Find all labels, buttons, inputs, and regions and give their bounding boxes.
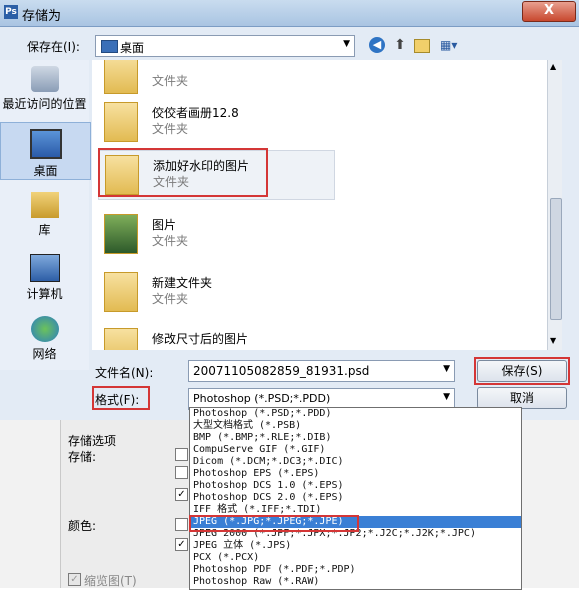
new-folder-icon[interactable]	[414, 39, 430, 53]
close-button[interactable]: X	[522, 1, 576, 22]
checkbox[interactable]	[175, 466, 188, 479]
format-dropdown-list[interactable]: Photoshop (*.PSD;*.PDD) 大型文档格式 (*.PSB) B…	[189, 407, 522, 590]
checkbox[interactable]	[175, 518, 188, 531]
window-title: 存储为	[22, 9, 62, 24]
file-name: 图片	[152, 218, 177, 232]
sidebar-item-recent[interactable]: 最近访问的位置	[0, 66, 89, 112]
format-option[interactable]: 大型文档格式 (*.PSB)	[190, 420, 521, 432]
file-name: 佼佼者画册12.8	[152, 106, 239, 120]
folder-icon	[104, 272, 138, 312]
sidebar-item-desktop[interactable]: 桌面	[0, 122, 91, 180]
sidebar-item-label: 库	[38, 223, 51, 237]
folder-icon	[104, 102, 138, 142]
sidebar-item-computer[interactable]: 计算机	[0, 254, 89, 302]
view-menu-icon[interactable]: ▦▾	[440, 37, 462, 53]
sidebar-item-label: 最近访问的位置	[2, 97, 87, 111]
sidebar-item-network[interactable]: 网络	[0, 316, 89, 362]
annotation-highlight	[189, 515, 359, 532]
file-name: 修改尺寸后的图片	[152, 332, 249, 346]
list-item[interactable]: 新建文件夹 文件夹	[98, 268, 333, 316]
up-folder-icon[interactable]: ⬆	[392, 37, 408, 53]
file-type: 文件夹	[152, 234, 189, 248]
title-bar: Ps 存储为 X	[0, 0, 579, 27]
recent-places-icon	[30, 66, 59, 92]
thumbnail-checkbox[interactable]: ✓	[68, 573, 81, 586]
chevron-down-icon[interactable]: ▼	[443, 364, 450, 374]
chevron-down-icon: ▼	[343, 39, 350, 49]
file-type: 文件夹	[152, 292, 189, 306]
chevron-down-icon[interactable]: ▼	[443, 392, 450, 402]
format-option[interactable]: PCX (*.PCX)	[190, 552, 521, 564]
list-item[interactable]: 图片 文件夹	[98, 210, 333, 258]
list-item[interactable]: 修改尺寸后的图片	[98, 324, 333, 350]
format-option[interactable]: Photoshop DCS 2.0 (*.EPS)	[190, 492, 521, 504]
filename-label: 文件名(N):	[95, 366, 154, 380]
annotation-highlight	[92, 386, 150, 410]
format-option[interactable]: Photoshop (*.PSD;*.PDD)	[190, 408, 521, 420]
location-value: 桌面	[120, 41, 145, 55]
back-icon[interactable]: ◀	[369, 37, 385, 53]
checkbox[interactable]	[175, 448, 188, 461]
annotation-highlight	[98, 148, 268, 197]
annotation-highlight	[474, 357, 570, 385]
format-option[interactable]: Photoshop EPS (*.EPS)	[190, 468, 521, 480]
file-type: 文件夹	[152, 74, 189, 88]
format-option[interactable]: Photoshop PDF (*.PDF;*.PDP)	[190, 564, 521, 576]
list-item[interactable]: 佼佼者画册12.8 文件夹	[98, 98, 333, 146]
list-item[interactable]: 文件夹	[98, 60, 333, 98]
sidebar-item-label: 计算机	[26, 287, 63, 301]
sidebar-item-label: 网络	[32, 347, 57, 361]
format-option[interactable]: Dicom (*.DCM;*.DC3;*.DIC)	[190, 456, 521, 468]
color-label: 颜色:	[68, 519, 97, 533]
scroll-thumb[interactable]	[550, 198, 562, 320]
computer-icon	[29, 254, 60, 282]
format-option[interactable]: Photoshop DCS 1.0 (*.EPS)	[190, 480, 521, 492]
desktop-folder-icon	[101, 40, 118, 53]
format-option[interactable]: CompuServe GIF (*.GIF)	[190, 444, 521, 456]
places-sidebar: 最近访问的位置 桌面 库 计算机 网络	[0, 60, 91, 370]
format-option[interactable]: BMP (*.BMP;*.RLE;*.DIB)	[190, 432, 521, 444]
library-icon	[30, 192, 59, 218]
save-in-label: 保存在(I):	[27, 40, 80, 54]
save-options-title: 存储选项	[68, 434, 117, 448]
sidebar-item-label: 桌面	[33, 164, 58, 178]
format-option[interactable]: JPEG 立体 (*.JPS)	[190, 540, 521, 552]
photoshop-app-icon: Ps	[4, 5, 18, 19]
file-list: 文件夹 佼佼者画册12.8 文件夹 添加好水印的图片 文件夹 图片 文件夹 新建…	[92, 60, 547, 350]
location-dropdown[interactable]: 桌面 ▼	[95, 35, 355, 57]
folder-icon	[104, 60, 138, 94]
image-folder-icon	[104, 214, 138, 254]
file-list-scrollbar[interactable]: ▲ ▼	[547, 60, 562, 350]
scroll-up-icon[interactable]: ▲	[550, 62, 556, 71]
file-type: 文件夹	[152, 122, 189, 136]
desktop-icon	[29, 129, 62, 159]
format-value: Photoshop (*.PSD;*.PDD)	[193, 392, 331, 405]
file-name: 新建文件夹	[152, 276, 213, 290]
scroll-down-icon[interactable]: ▼	[550, 336, 556, 345]
filename-input[interactable]: 20071105082859_81931.psd ▼	[188, 360, 455, 382]
filename-value: 20071105082859_81931.psd	[193, 364, 370, 378]
sidebar-item-library[interactable]: 库	[0, 192, 89, 238]
cancel-button[interactable]: 取消	[477, 387, 567, 409]
checkbox-checked[interactable]: ✓	[175, 538, 188, 551]
storage-label: 存储:	[68, 450, 97, 464]
format-option[interactable]: Photoshop Raw (*.RAW)	[190, 576, 521, 588]
folder-icon	[104, 328, 138, 350]
checkbox-checked[interactable]: ✓	[175, 488, 188, 501]
thumbnail-label: 缩览图(T)	[84, 574, 137, 588]
network-icon	[30, 316, 59, 342]
